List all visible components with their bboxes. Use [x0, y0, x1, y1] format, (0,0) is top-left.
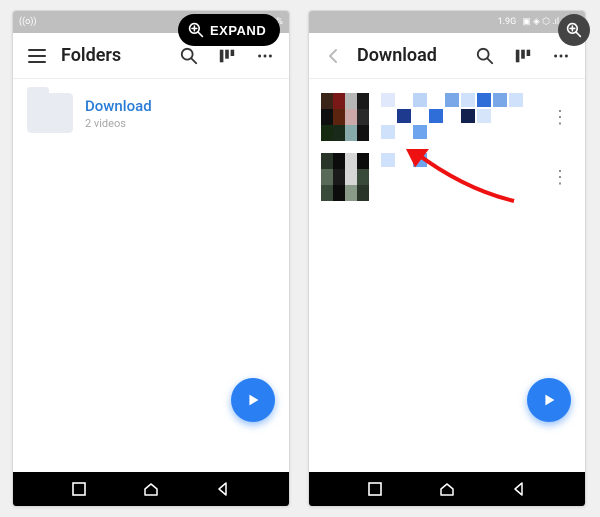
- folder-subtitle: 2 videos: [85, 117, 152, 130]
- android-nav-bar: [13, 472, 289, 506]
- expand-button[interactable]: EXPAND: [178, 14, 280, 46]
- view-toggle-icon[interactable]: [509, 42, 537, 70]
- nav-home-icon[interactable]: [438, 480, 456, 498]
- nav-back-icon[interactable]: [214, 480, 232, 498]
- item-more-icon[interactable]: ⋮: [551, 107, 573, 128]
- video-list: ⋮ ⋮: [309, 79, 585, 472]
- nav-recent-icon[interactable]: [70, 480, 88, 498]
- android-nav-bar: [309, 472, 585, 506]
- hamburger-icon[interactable]: [23, 42, 51, 70]
- nav-recent-icon[interactable]: [366, 480, 384, 498]
- expand-label: EXPAND: [210, 23, 266, 38]
- zoom-button[interactable]: [558, 14, 590, 46]
- zoom-in-icon: [566, 22, 582, 38]
- zoom-in-icon: [188, 22, 204, 38]
- page-title: Download: [357, 45, 437, 66]
- video-thumbnail: [321, 93, 369, 141]
- video-meta-blur: [381, 93, 539, 139]
- phone-download: 1.9G ▣ ◈ ⬡ .ıl .ıl ▮ Download: [308, 10, 586, 507]
- folder-icon: [27, 93, 73, 133]
- video-item[interactable]: ⋮: [319, 147, 575, 207]
- video-meta-blur: [381, 153, 539, 167]
- wifi-icon: ((o)): [19, 17, 37, 27]
- folder-list: Download 2 videos: [13, 79, 289, 472]
- play-fab[interactable]: [527, 378, 571, 422]
- status-net: 1.9G: [498, 17, 517, 27]
- phone-folders: ((o)) 0:14 98% Folders: [12, 10, 290, 507]
- folder-name: Download: [85, 97, 152, 115]
- folder-item-download[interactable]: Download 2 videos: [23, 87, 279, 139]
- nav-back-icon[interactable]: [510, 480, 528, 498]
- back-arrow-icon[interactable]: [319, 42, 347, 70]
- status-bar: 1.9G ▣ ◈ ⬡ .ıl .ıl ▮: [309, 11, 585, 33]
- video-item[interactable]: ⋮: [319, 87, 575, 147]
- search-icon[interactable]: [471, 42, 499, 70]
- page-title: Folders: [61, 45, 121, 66]
- video-thumbnail: [321, 153, 369, 201]
- nav-home-icon[interactable]: [142, 480, 160, 498]
- app-bar: Download: [309, 33, 585, 79]
- item-more-icon[interactable]: ⋮: [551, 167, 573, 188]
- play-fab[interactable]: [231, 378, 275, 422]
